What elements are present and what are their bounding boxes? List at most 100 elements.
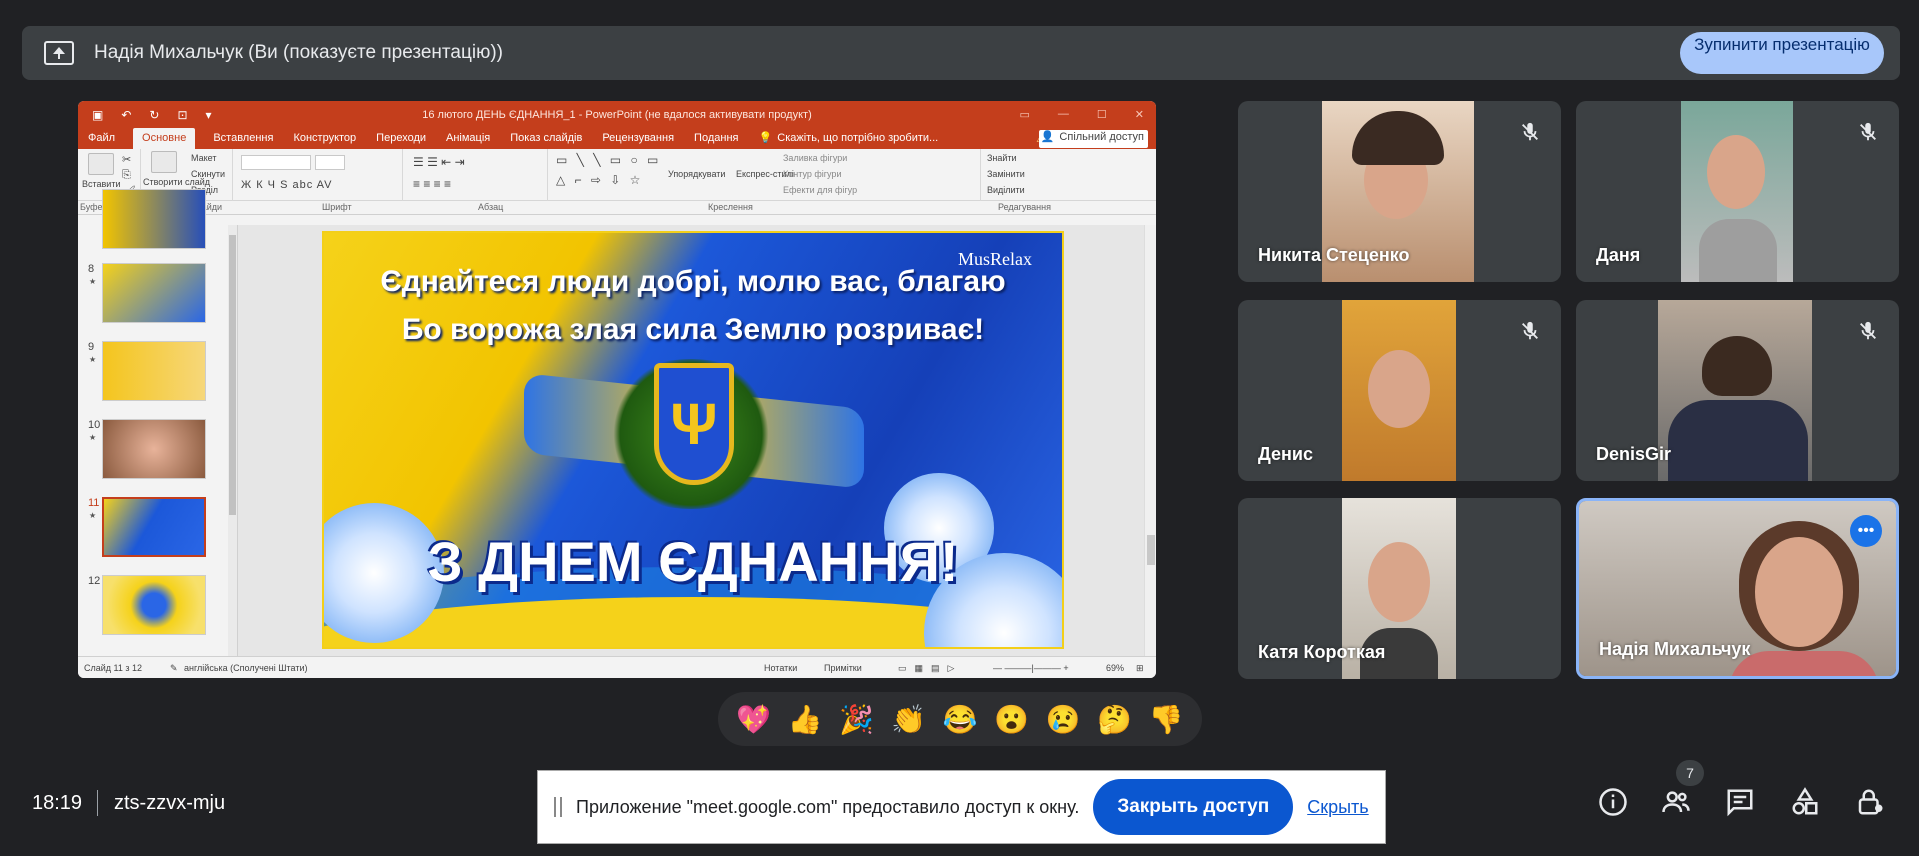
hide-notification-link[interactable]: Скрыть [1307,797,1368,818]
reaction-laughing[interactable]: 😂 [943,703,978,736]
arrange-button[interactable]: Упорядкувати [668,169,725,179]
stop-presenting-button[interactable]: Зупинити презентацію [1680,32,1884,74]
reset-button[interactable]: Скинути [191,169,225,179]
ribbon-group-labels: Буфер обміну Слайди Шрифт Абзац Кресленн… [78,201,1156,215]
tab-animations[interactable]: Анімація [444,132,492,149]
reaction-thumbs-down[interactable]: 👎 [1149,703,1184,736]
stop-sharing-button[interactable]: Закрыть доступ [1093,779,1294,835]
slide-thumbnails: 8 ★ 9 ★ 10 ★ 11 ★ 12 [78,189,238,656]
tab-slideshow[interactable]: Показ слайдів [508,132,584,149]
mic-off-icon [1517,119,1543,145]
shapes-gallery-row2[interactable]: △ ⌐ ⇨ ⇩ ☆ [556,173,643,187]
thumbnail-image [102,189,206,249]
ppt-tabs: Файл Основне Вставлення Конструктор Пере… [78,128,1156,149]
maximize-icon[interactable]: ☐ [1097,108,1107,121]
thumbnail-scrollbar[interactable] [228,225,237,656]
participant-face [1755,537,1843,647]
lock-person-icon [1858,789,1883,815]
thumbnail-11[interactable]: 11 ★ [78,497,228,567]
scrollbar-thumb[interactable] [229,235,236,515]
meeting-details-button[interactable] [1593,780,1633,824]
tab-design[interactable]: Конструктор [291,132,358,149]
participant-name: Надія Михальчук [1599,639,1751,659]
shape-fill-button[interactable]: Заливка фігури [783,153,847,163]
copy-icon[interactable]: ⎘ [122,169,131,182]
thumbnail-8[interactable]: 8 ★ [78,263,228,333]
participant-tile[interactable]: Никита Стеценко [1238,101,1561,282]
drag-handle-icon[interactable] [554,797,562,817]
reaction-crying[interactable]: 😢 [1046,703,1081,736]
thumbnail-number: 9 [88,341,95,353]
ppt-workspace: 8 ★ 9 ★ 10 ★ 11 ★ 12 Ψ MusRelax Єднайтес… [78,189,1156,656]
reaction-clapping[interactable]: 👏 [891,703,926,736]
reaction-sparkling-heart[interactable]: 💖 [736,703,771,736]
replace-button[interactable]: Замінити [987,169,1025,179]
scrollbar-thumb[interactable] [1147,535,1155,565]
zoom-slider[interactable]: — ———|——— + [993,663,1069,673]
shape-effects-button[interactable]: Ефекти для фігур [783,185,857,195]
notes-button[interactable]: Нотатки [764,663,797,673]
chat-button[interactable] [1720,780,1760,824]
shapes-gallery[interactable]: ▭ ╲ ╲ ▭ ○ ▭ [556,153,661,167]
participant-tile[interactable]: Катя Короткая [1238,498,1561,679]
tell-me-box[interactable]: 💡 Скажіть, що потрібно зробити... [756,131,942,149]
current-slide[interactable]: Ψ MusRelax Єднайтеся люди добрі, молю ва… [322,231,1064,649]
zoom-level[interactable]: 69% [1106,663,1124,673]
layout-button[interactable]: Макет [191,153,216,163]
thumbnail-10[interactable]: 10 ★ [78,419,228,489]
tab-file[interactable]: Файл [86,132,117,149]
participant-tile[interactable]: Даня [1576,101,1899,282]
meeting-code[interactable]: zts-zzvx-mju [114,792,225,815]
reaction-thumbs-up[interactable]: 👍 [788,703,823,736]
thumbnail-12[interactable]: 12 [78,575,228,645]
find-button[interactable]: Знайти [987,153,1017,163]
participant-clothes [1729,651,1879,676]
spellcheck-icon[interactable]: ✎ [170,663,178,674]
activities-button[interactable] [1785,780,1825,824]
bullets-icon[interactable]: ☰ ☰ ⇤ ⇥ [413,155,465,169]
font-format-buttons[interactable]: Ж К Ч S abc AV [241,179,333,191]
participant-name: Денис [1258,444,1314,464]
thumbnail-partial[interactable] [78,189,228,249]
thumbnail-number: 8 [88,263,95,275]
view-buttons[interactable]: ▭▦▤▷ [898,663,962,674]
reaction-surprised[interactable]: 😮 [994,703,1029,736]
align-icon[interactable]: ≡ ≡ ≡ ≡ [413,177,451,191]
people-button[interactable] [1656,780,1696,824]
paste-icon[interactable] [88,153,114,175]
tab-review[interactable]: Рецензування [600,132,676,149]
cut-icon[interactable]: ✂ [122,153,131,166]
select-button[interactable]: Виділити [987,185,1025,195]
shape-outline-button[interactable]: Контур фігури [783,169,841,179]
participant-tile-self[interactable]: ••• Надія Михальчук [1576,498,1899,679]
thumbnail-9[interactable]: 9 ★ [78,341,228,411]
ribbon-display-icon[interactable]: ▭ [1020,108,1030,121]
close-icon[interactable]: ✕ [1135,108,1144,121]
slide-scrollbar[interactable] [1144,225,1156,656]
participant-tile[interactable]: DenisGir [1576,300,1899,481]
chat-icon [1727,789,1753,817]
participant-clothes [1668,400,1808,481]
comments-button[interactable]: Примітки [824,663,862,673]
share-button[interactable]: 👤 Спільний доступ [1038,130,1148,148]
thumbnail-number: 11 [88,497,100,509]
ppt-window-title: 16 лютого ДЕНЬ ЄДНАННЯ_1 - PowerPoint (н… [422,108,812,121]
people-icon [1662,791,1690,813]
font-name-input[interactable] [241,155,311,170]
reaction-thinking[interactable]: 🤔 [1097,703,1132,736]
thumbnail-image [102,575,206,635]
minimize-icon[interactable]: — [1058,108,1069,121]
participant-tile[interactable]: Денис [1238,300,1561,481]
more-options-button[interactable]: ••• [1850,515,1882,547]
window-controls: ▭ — ☐ ✕ [1020,108,1145,121]
tab-view[interactable]: Подання [692,132,740,149]
host-controls-button[interactable] [1850,780,1890,824]
font-size-input[interactable] [315,155,345,170]
new-slide-icon[interactable] [151,151,177,173]
reaction-party-popper[interactable]: 🎉 [839,703,874,736]
language-label[interactable]: англійська (Сполучені Штати) [184,663,308,673]
tab-insert[interactable]: Вставлення [211,132,275,149]
tab-transitions[interactable]: Переходи [374,132,428,149]
tab-home[interactable]: Основне [133,128,196,149]
fit-slide-icon[interactable]: ⊞ [1136,663,1144,674]
